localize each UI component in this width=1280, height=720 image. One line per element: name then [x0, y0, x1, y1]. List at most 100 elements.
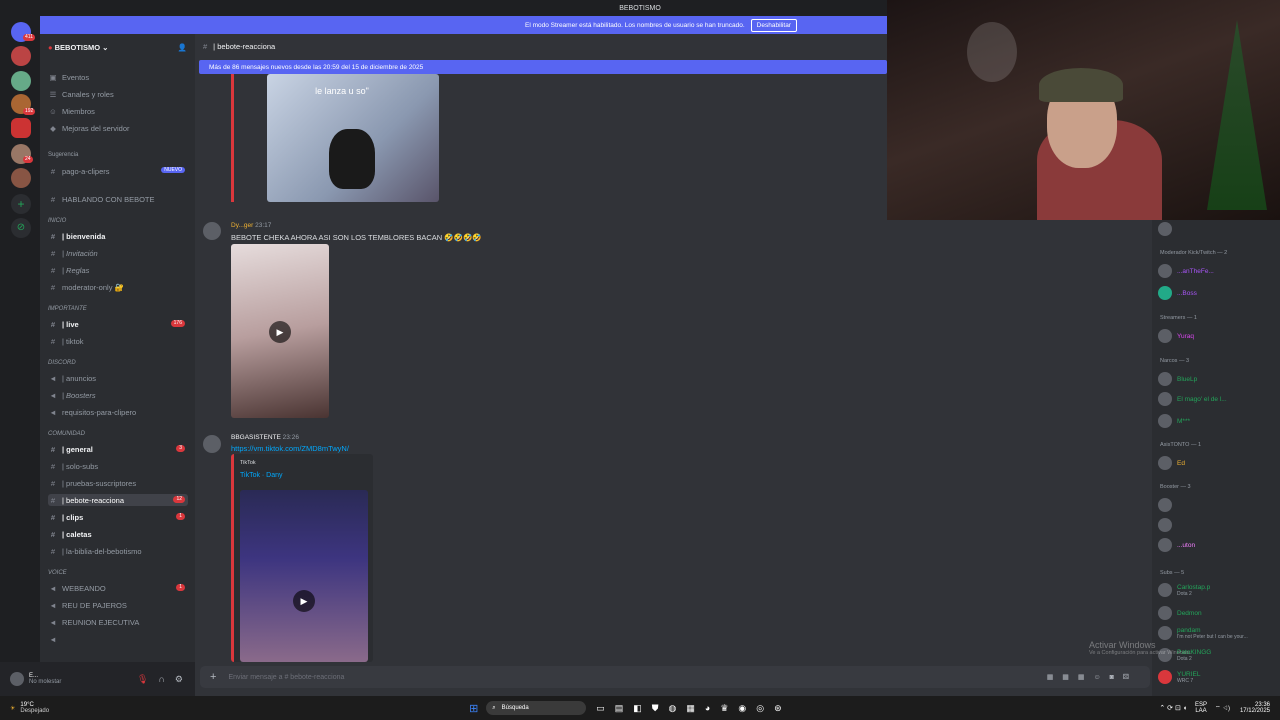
weather-icon[interactable]: ☀	[10, 705, 15, 712]
channel-live[interactable]: # | live	[48, 318, 79, 330]
sidebar-item-channels-roles[interactable]: ☰ Canales y roles	[48, 88, 114, 100]
avatar	[1158, 538, 1172, 552]
channel-reglas[interactable]: # | Reglas	[48, 264, 89, 276]
channel-sidebar: ● BEBOTISMO ⌄ 👤 ▣ Eventos ☰ Canales y role…	[40, 34, 195, 662]
voice-badge: 1	[176, 584, 185, 591]
embed-video[interactable]: ▶	[240, 490, 368, 662]
member-activity: Dota 2	[1177, 590, 1192, 597]
message-placeholder: Enviar mensaje a # bebote-reacciona	[228, 673, 345, 681]
channel-bienvenida[interactable]: # | bienvenida	[48, 230, 105, 242]
channel-pruebas[interactable]: # | pruebas-suscriptores	[48, 477, 136, 489]
member-row[interactable]: M***	[1158, 414, 1190, 428]
server-header[interactable]: ● BEBOTISMO ⌄ 👤	[40, 34, 195, 60]
channel-label: | Boosters	[62, 390, 96, 400]
avatar[interactable]	[10, 672, 24, 686]
message-input[interactable]: + Enviar mensaje a # bebote-reacciona ▦▦…	[200, 666, 1150, 688]
voice-reunion[interactable]: ◄ REUNION EJECUTIVA	[48, 616, 139, 628]
category-inicio[interactable]: INICIO	[48, 218, 66, 224]
voice-extra[interactable]: ◄	[48, 633, 62, 645]
disable-streamer-button[interactable]: Deshabilitar	[750, 18, 797, 32]
weather-desc: Despejado	[20, 708, 50, 714]
server-icon[interactable]	[11, 168, 31, 188]
tray-icons[interactable]: ⌃ ⟳ ⊡ ◖	[1159, 704, 1187, 712]
embed-provider: TikTok	[240, 460, 256, 466]
channel-requisitos[interactable]: ◄ requisitos-para-clipero	[48, 406, 136, 418]
avatar	[1158, 606, 1172, 620]
member-row[interactable]: ...uton	[1158, 538, 1195, 552]
voice-reu[interactable]: ◄ REU DE PAJEROS	[48, 599, 127, 611]
avatar	[1158, 414, 1172, 428]
member-row[interactable]: BlueLp	[1158, 372, 1197, 386]
add-server-icon[interactable]: +	[11, 194, 31, 214]
channel-anuncios[interactable]: ◄ | anuncios	[48, 372, 96, 384]
channel-tiktok[interactable]: # | tiktok	[48, 335, 84, 347]
member-row[interactable]	[1158, 498, 1177, 512]
gear-icon[interactable]: ⚙	[175, 674, 183, 685]
play-icon[interactable]: ▶	[269, 321, 291, 343]
member-row[interactable]: ...anTheFe...	[1158, 264, 1214, 278]
explore-icon[interactable]: ⊘	[11, 218, 31, 238]
channel-label: | live	[62, 319, 79, 329]
clip-preview[interactable]: le lanza u so"	[267, 74, 439, 202]
channel-pago-a-clipers[interactable]: # pago-a-clipers	[48, 165, 110, 177]
search-label: Búsqueda	[501, 705, 529, 711]
embed-title[interactable]: TikTok · Dany	[240, 472, 283, 479]
author-name[interactable]: Dy...ger	[231, 222, 253, 229]
sidebar-item-boost[interactable]: ◆ Mejoras del servidor	[48, 122, 129, 134]
member-row[interactable]: Carlostap.p Dota 2	[1158, 583, 1210, 597]
tiktok-link[interactable]: https://vm.tiktok.com/ZMD8mTwyN/	[231, 444, 349, 453]
category-comunidad[interactable]: COMUNIDAD	[48, 431, 85, 437]
server-icon: ●	[48, 42, 53, 52]
play-icon[interactable]: ▶	[293, 590, 315, 612]
channel-bebote-reacciona[interactable]: # | bebote-reacciona	[48, 494, 188, 506]
avatar[interactable]	[203, 222, 221, 240]
add-attachment-icon[interactable]: +	[210, 671, 216, 683]
member-row[interactable]: ...Boss	[1158, 286, 1197, 300]
taskbar-apps-icon[interactable]: ▭▤◧⛊◍▦◕♛◉◎⊛	[596, 703, 791, 714]
hash-icon: #	[50, 248, 56, 258]
member-row[interactable]: Ed	[1158, 456, 1185, 470]
member-row[interactable]	[1158, 222, 1177, 236]
composer-tools-icon[interactable]: ▦▦▦☺◙⚄	[1047, 673, 1138, 681]
author-name[interactable]: BBGASISTENTE	[231, 434, 281, 441]
member-row[interactable]: El mago' el de l...	[1158, 392, 1227, 406]
member-group-header: Moderador Kick/Twitch — 2	[1160, 250, 1228, 256]
member-row[interactable]: Dedmon	[1158, 606, 1202, 620]
channel-biblia[interactable]: # | la-biblia-del-bebotismo	[48, 545, 142, 557]
channel-hablando[interactable]: # HABLANDO CON BEBOTE	[48, 193, 155, 205]
server-icon-active[interactable]	[11, 118, 31, 138]
member-name: BlueLp	[1177, 375, 1198, 383]
sidebar-item-members[interactable]: ☺ Miembros	[48, 105, 95, 117]
channel-label: REUNION EJECUTIVA	[62, 617, 140, 627]
search-box[interactable]: ⌕ Búsqueda	[486, 701, 587, 715]
channel-moderator-only[interactable]: # moderator-only 🔐	[48, 281, 124, 293]
member-row[interactable]	[1158, 518, 1177, 532]
new-messages-bar[interactable]: Más de 86 mensajes nuevos desde las 20:5…	[199, 60, 887, 74]
mic-muted-icon[interactable]: 🎙	[137, 674, 148, 685]
channel-invitacion[interactable]: # | Invitación	[48, 247, 98, 259]
category-discord[interactable]: DISCORD	[48, 360, 76, 366]
video-attachment[interactable]: ▶	[231, 244, 329, 418]
category-voice[interactable]: VOICE	[48, 570, 67, 576]
voice-webeando[interactable]: ◄ WEBEANDO	[48, 582, 105, 594]
channel-general[interactable]: # | general	[48, 443, 93, 455]
start-icon[interactable]: ⊞	[469, 702, 478, 715]
wifi-icon[interactable]: ⌔ ◁)	[1215, 704, 1230, 712]
sidebar-item-events[interactable]: ▣ Eventos	[48, 71, 89, 83]
hash-icon: #	[50, 336, 56, 346]
member-row[interactable]: pandam I'm not Peter but I can be your...	[1158, 626, 1248, 640]
add-member-icon[interactable]: 👤	[178, 43, 187, 52]
channel-boosters[interactable]: ◄ | Boosters	[48, 389, 96, 401]
hash-icon: #	[50, 546, 56, 556]
member-name: Dedmon	[1177, 609, 1202, 617]
avatar[interactable]	[203, 435, 221, 453]
category-importante[interactable]: IMPORTANTE	[48, 306, 87, 312]
server-icon[interactable]	[11, 46, 31, 66]
channel-solo-subs[interactable]: # | solo-subs	[48, 460, 98, 472]
headphones-icon[interactable]: ∩	[158, 674, 164, 684]
member-row[interactable]: YURIEL WRC 7	[1158, 670, 1200, 684]
channel-clips[interactable]: # | clips	[48, 511, 83, 523]
server-icon[interactable]	[11, 71, 31, 91]
channel-caletas[interactable]: # | caletas	[48, 528, 92, 540]
member-row[interactable]: Yuraq	[1158, 329, 1194, 343]
